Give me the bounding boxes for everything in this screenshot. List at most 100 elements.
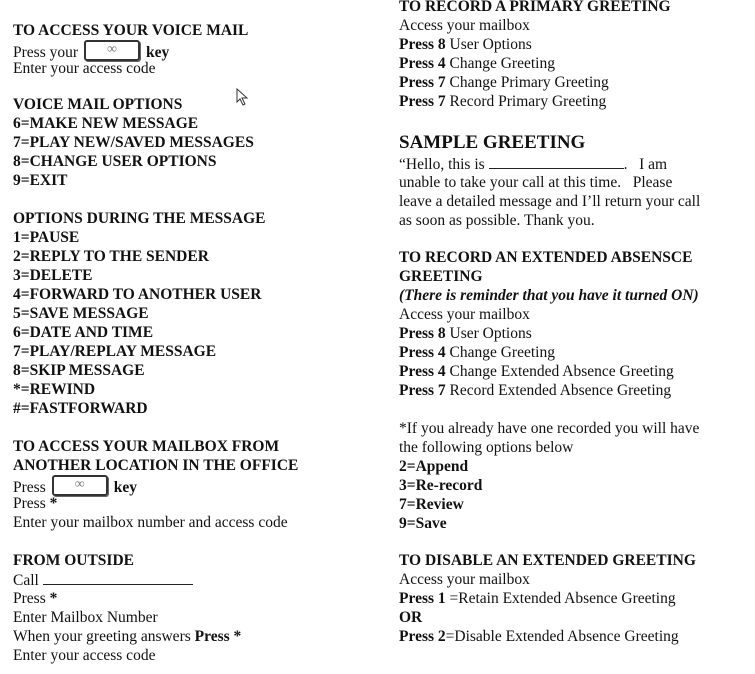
instruction-line: Call [13,570,241,589]
text: =Retain Extended Absence Greeting [445,590,676,607]
section-heading: FROM OUTSIDE [13,552,134,569]
section-heading: TO DISABLE AN EXTENDED GREETING [399,552,696,569]
right-section: *If you already have one recorded you wi… [399,419,699,533]
bold-text: 2=REPLY TO THE SENDER [13,248,209,265]
instruction-line: as soon as possible. Thank you. [399,211,700,230]
bold-text: 1=PAUSE [13,229,80,246]
bold-text: Press 2 [399,628,446,645]
bold-text: OR [399,609,423,626]
instruction-line: Press 8 User Options [399,324,699,343]
text: Access your mailbox [399,306,530,323]
instruction-line: When your greeting answers Press * [13,627,241,646]
text: Call [13,572,43,589]
instruction-line: 7=PLAY NEW/SAVED MESSAGES [13,133,254,152]
right-section: TO DISABLE AN EXTENDED GREETING Access yo… [399,551,696,646]
text: leave a detailed message and I’ll return… [399,193,701,210]
instruction-line: 5=SAVE MESSAGE [13,304,266,323]
bold-text: Press 4 [399,363,446,380]
text: Enter your access code [13,60,156,77]
text: Enter your access code [13,647,156,664]
bold-text: #=FASTFORWARD [13,400,148,417]
text: User Options [445,36,532,53]
section-heading: GREETING [399,268,483,285]
instruction-line: 3=DELETE [13,266,266,285]
instruction-line: Press 4 Change Greeting [399,343,699,362]
instruction-line: Presskey [13,475,298,496]
section-heading: ANOTHER LOCATION IN THE OFFICE [13,457,299,474]
text: =Disable Extended Absence Greeting [445,628,679,645]
instruction-line: Enter your access code [13,59,248,78]
bold-text: 9=Save [399,515,447,532]
text: Press [13,495,50,512]
instruction-line: 6=MAKE NEW MESSAGE [13,114,254,133]
instruction-line: 7=Review [399,495,699,514]
instruction-line: Press 4 Change Extended Absence Greeting [399,362,699,381]
left-section: TO ACCESS YOUR VOICE MAILPress yourkeyEn… [13,21,248,78]
instruction-line: 8=CHANGE USER OPTIONS [13,152,254,171]
bold-text: 9=EXIT [13,172,68,189]
section-heading: SAMPLE GREETING [399,132,586,153]
instruction-line: 2=REPLY TO THE SENDER [13,247,266,266]
text: Enter your mailbox number and access cod… [13,514,288,531]
bold-text: key [113,479,137,496]
section-heading: TO ACCESS YOUR VOICE MAIL [13,22,249,39]
fill-in-blank [42,570,193,585]
bold-text: * [49,590,58,607]
text: Change Greeting [445,344,555,361]
bold-text: Press 8 [399,36,446,53]
instruction-line: Press 1 =Retain Extended Absence Greetin… [399,589,696,608]
left-section: FROM OUTSIDE Call Press * Enter Mailbox Nu… [13,551,241,665]
section-heading: TO ACCESS YOUR MAILBOX FROM [13,438,280,455]
bold-text: 3=DELETE [13,267,93,284]
bold-text: 4=FORWARD TO ANOTHER USER [13,286,262,303]
bold-text: 2=Append [399,458,469,475]
bold-text: 7=PLAY NEW/SAVED MESSAGES [13,134,254,151]
text: Enter Mailbox Number [13,609,158,626]
section-heading: VOICE MAIL OPTIONS [13,96,183,113]
instruction-line: Press * [13,589,241,608]
bold-text: Press * [194,628,242,645]
text: Change Greeting [445,55,555,72]
bold-text: *=REWIND [13,381,96,398]
right-section: SAMPLE GREETING “Hello, this is . I am una… [399,132,700,230]
instruction-line: Press 8 User Options [399,35,671,54]
right-section: TO RECORD AN EXTENDED ABSENSCE GREETING (T… [399,248,699,400]
mouse-cursor-icon [236,88,248,106]
instruction-line: OR [399,608,696,627]
instruction-line: leave a detailed message and I’ll return… [399,192,700,211]
text: Change Extended Absence Greeting [445,363,674,380]
right-section: TO RECORD A PRIMARY GREETING Access your … [399,0,671,111]
italic-note: (There is reminder that you have it turn… [399,287,699,304]
text: as soon as possible. Thank you. [399,212,595,229]
text: unable to take your call at this time. P… [399,174,673,191]
instruction-line: *=REWIND [13,380,266,399]
text: *If you already have one recorded you wi… [399,420,700,437]
instruction-line: the following options below [399,438,699,457]
section-heading: TO RECORD A PRIMARY GREETING [399,0,671,15]
text: “Hello, this is [399,156,489,173]
section-heading: TO RECORD AN EXTENDED ABSENSCE [399,249,693,266]
bold-text: 5=SAVE MESSAGE [13,305,149,322]
instruction-line: Press 4 Change Greeting [399,54,671,73]
instruction-line: Press 2=Disable Extended Absence Greetin… [399,627,696,646]
instruction-line: “Hello, this is . I am [399,154,700,173]
instruction-line: Enter Mailbox Number [13,608,241,627]
instruction-line: 1=PAUSE [13,228,266,247]
bold-text: 7=PLAY/REPLAY MESSAGE [13,343,217,360]
bold-text: * [49,495,58,512]
instruction-line: Enter your access code [13,646,241,665]
instruction-line: 3=Re-record [399,476,699,495]
bold-text: 6=MAKE NEW MESSAGE [13,115,199,132]
bold-text: Press 7 [399,74,446,91]
bold-text: Press 4 [399,55,446,72]
instruction-line: Press 7 Record Extended Absence Greeting [399,381,699,400]
bold-text: Press 1 [399,590,446,607]
instruction-line: (There is reminder that you have it turn… [399,286,699,305]
instruction-line: Enter your mailbox number and access cod… [13,513,298,532]
fill-in-blank [488,154,624,169]
voicemail-key-icon [51,475,108,496]
instruction-line: Press 7 Record Primary Greeting [399,92,671,111]
text: Access your mailbox [399,17,530,34]
text: User Options [445,325,532,342]
instruction-line: 2=Append [399,457,699,476]
